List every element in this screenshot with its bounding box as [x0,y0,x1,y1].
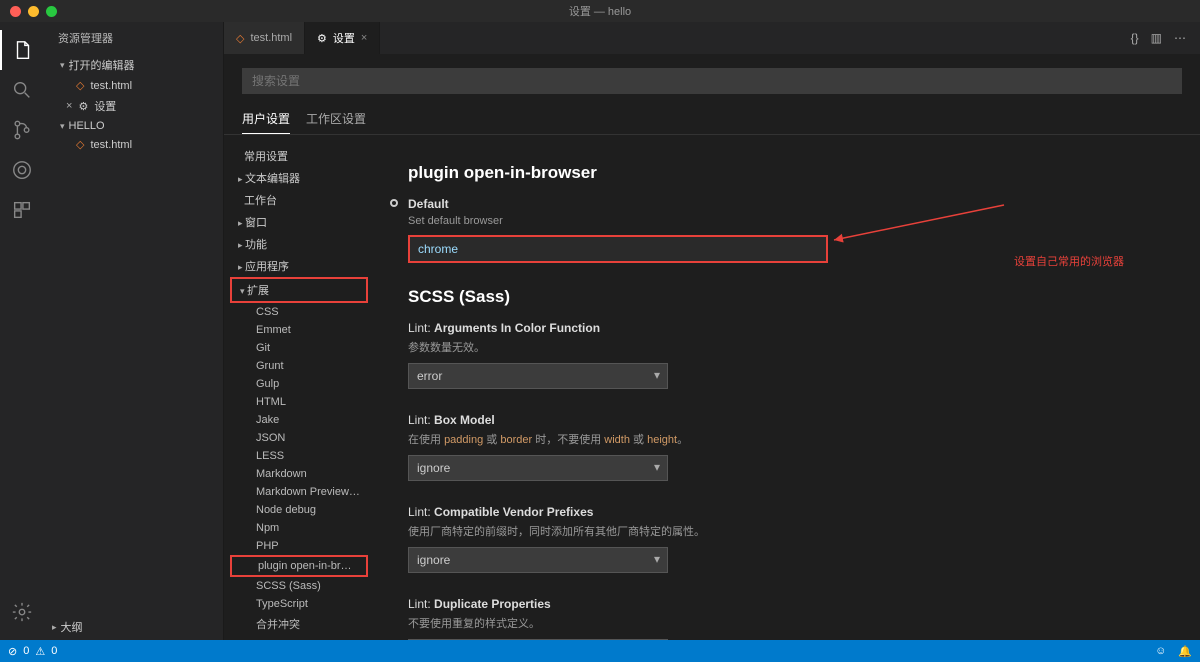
setting-description: 不要使用重复的样式定义。 [408,615,1166,631]
setting-description: 在使用 padding 或 border 时，不要使用 width 或 heig… [408,431,1166,447]
toc-item[interactable]: SCSS (Sass) [230,577,368,595]
editor-tabs: ◇test.html ⚙设置× {} ▥ ⋯ [224,22,1200,54]
side-panel-title: 资源管理器 [44,22,223,54]
toc-item[interactable]: CSS [230,303,368,321]
setting-label: Default [408,197,1166,211]
editor-area: ◇test.html ⚙设置× {} ▥ ⋯ 用户设置 工作区设置 常用设置 ▸… [224,22,1200,640]
setting-label: Lint: Compatible Vendor Prefixes [408,505,1166,519]
chevron-right-icon: ▸ [52,622,57,633]
chevron-down-icon: ▾ [60,60,65,71]
split-editor-icon[interactable]: ▥ [1151,31,1162,45]
file-item[interactable]: ◇test.html [52,135,223,154]
error-count: 0 [23,645,29,657]
tab-test-html[interactable]: ◇test.html [224,22,305,54]
lint-select[interactable]: ignore [408,455,668,481]
toc-item[interactable]: Markdown [230,465,368,483]
chevron-down-icon: ▾ [60,121,65,132]
warning-count: 0 [51,645,57,657]
html-file-icon: ◇ [236,32,244,45]
gear-icon: ⚙ [78,100,88,113]
toc-item[interactable]: LESS [230,447,368,465]
lint-select[interactable]: error [408,363,668,389]
toc-item[interactable]: PHP [230,537,368,555]
section-title: plugin open-in-browser [408,163,1166,183]
errors-icon[interactable]: ⊘ [8,645,17,658]
braces-icon[interactable]: {} [1131,31,1139,45]
more-icon[interactable]: ⋯ [1174,31,1186,45]
toc-item[interactable]: Npm [230,519,368,537]
toc-item-extensions[interactable]: ▾ 扩展 [230,277,368,303]
toc-item[interactable]: 常用设置 [230,145,368,167]
tab-settings[interactable]: ⚙设置× [305,22,380,54]
setting-label: Lint: Duplicate Properties [408,597,1166,611]
toc-item[interactable]: 合并冲突 [230,613,368,635]
lint-select[interactable]: ignore [408,639,668,640]
toc-item[interactable]: Node debug [230,501,368,519]
open-editor-item[interactable]: ×⚙设置 [52,95,223,117]
workspace-settings-tab[interactable]: 工作区设置 [306,104,366,134]
source-control-icon[interactable] [0,110,44,150]
side-panel: 资源管理器 ▾打开的编辑器 ◇test.html ×⚙设置 ▾HELLO ◇te… [44,22,224,640]
chevron-right-icon: ▸ [238,174,245,184]
toc-item[interactable]: ▸ 窗口 [230,211,368,233]
toc-item[interactable]: Grunt [230,357,368,375]
toc-item[interactable]: ▸ 功能 [230,233,368,255]
setting-label: Lint: Arguments In Color Function [408,321,1166,335]
settings-toc: 常用设置 ▸ 文本编辑器 工作台 ▸ 窗口 ▸ 功能 ▸ 应用程序 ▾ 扩展 C… [224,135,374,640]
window-title: 设置 — hello [569,3,631,19]
setting-description: 使用厂商特定的前缀时，同时添加所有其他厂商特定的属性。 [408,523,1166,539]
toc-item[interactable]: plugin open-in-br… [230,555,368,577]
open-editors-header[interactable]: ▾打开的编辑器 [52,54,223,76]
chevron-right-icon: ▸ [238,218,245,228]
settings-gear-icon[interactable] [0,592,44,632]
user-settings-tab[interactable]: 用户设置 [242,104,290,134]
minimize-icon[interactable] [28,6,39,17]
maximize-icon[interactable] [46,6,57,17]
statusbar: ⊘ 0 ⚠ 0 ☺ 🔔 [0,640,1200,662]
gear-icon: ⚙ [317,32,327,45]
close-icon[interactable]: × [361,32,367,44]
extensions-icon[interactable] [0,190,44,230]
toc-item[interactable]: Markdown Preview … [230,483,368,501]
chevron-down-icon: ▾ [240,286,247,296]
feedback-icon[interactable]: ☺ [1155,645,1166,658]
toc-item[interactable]: Jake [230,411,368,429]
search-icon[interactable] [0,70,44,110]
close-icon[interactable] [10,6,21,17]
outline-header[interactable]: ▸大纲 [44,616,224,638]
chevron-right-icon: ▸ [238,240,245,250]
warnings-icon[interactable]: ⚠ [35,645,45,658]
notifications-icon[interactable]: 🔔 [1178,645,1192,658]
toc-item[interactable]: ▸ 文本编辑器 [230,167,368,189]
setting-description: Set default browser [408,215,1166,227]
html-file-icon: ◇ [76,79,84,92]
lint-select[interactable]: ignore [408,547,668,573]
folder-header[interactable]: ▾HELLO [52,117,223,135]
section-title: SCSS (Sass) [408,287,1166,307]
toc-item[interactable]: Emmet [230,321,368,339]
activity-bar [0,22,44,640]
toc-item[interactable]: Git [230,339,368,357]
html-file-icon: ◇ [76,138,84,151]
setting-label: Lint: Box Model [408,413,1166,427]
toc-item[interactable]: Gulp [230,375,368,393]
setting-description: 参数数量无效。 [408,339,1166,355]
close-icon[interactable]: × [66,100,72,112]
debug-icon[interactable] [0,150,44,190]
toc-item[interactable]: HTML [230,393,368,411]
toc-item[interactable]: 工作台 [230,189,368,211]
default-browser-input[interactable] [408,235,828,263]
settings-main: plugin open-in-browser Default Set defau… [374,135,1200,640]
annotation-text: 设置自己常用的浏览器 [1014,253,1124,269]
toc-item[interactable]: JSON [230,429,368,447]
titlebar: 设置 — hello [0,0,1200,22]
explorer-icon[interactable] [0,30,44,70]
toc-item[interactable]: TypeScript [230,595,368,613]
chevron-right-icon: ▸ [238,262,245,272]
open-editor-item[interactable]: ◇test.html [52,76,223,95]
toc-item[interactable]: ▸ 应用程序 [230,255,368,277]
modified-indicator-icon [390,199,398,207]
settings-search-input[interactable] [242,68,1182,94]
